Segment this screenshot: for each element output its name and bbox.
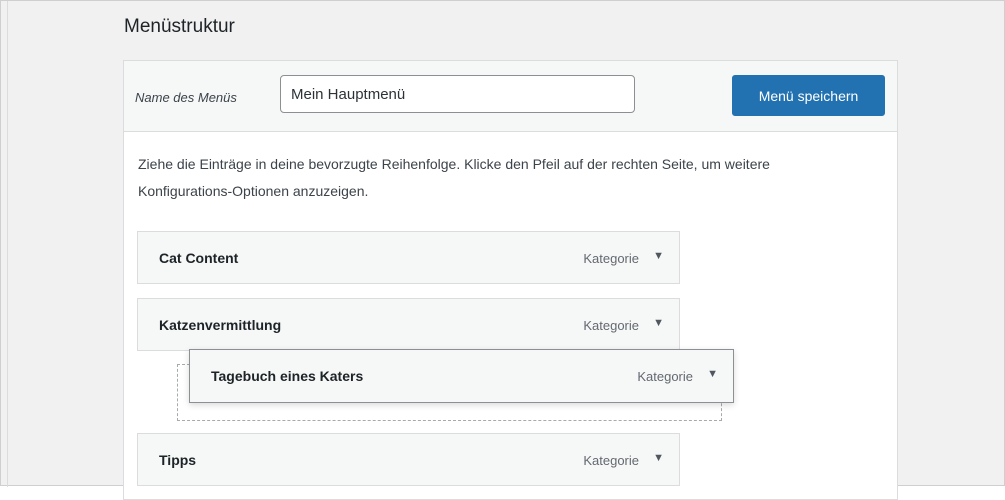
- menu-item-tagebuch-eines-katers[interactable]: Tagebuch eines Katers Kategorie ▼: [189, 349, 734, 403]
- menu-item-title: Cat Content: [159, 250, 239, 266]
- menu-item-title: Katzenvermittlung: [159, 317, 282, 333]
- instructions-text: Ziehe die Einträge in deine bevorzugte R…: [138, 156, 770, 199]
- menu-name-header: Name des Menüs Menü speichern: [124, 61, 897, 132]
- screen-frame: Menüstruktur Name des Menüs Menü speiche…: [0, 0, 1005, 500]
- menu-item-title: Tipps: [159, 452, 197, 468]
- menu-item-type: Kategorie: [637, 369, 693, 384]
- menu-item-type: Kategorie: [583, 251, 639, 266]
- menu-name-label: Name des Menüs: [135, 90, 237, 105]
- menu-item-tipps[interactable]: Tipps Kategorie ▼: [137, 433, 680, 486]
- expand-arrow-icon[interactable]: ▼: [653, 452, 664, 464]
- menu-item-type: Kategorie: [583, 453, 639, 468]
- save-menu-button[interactable]: Menü speichern: [732, 75, 885, 116]
- menu-item-cat-content[interactable]: Cat Content Kategorie ▼: [137, 231, 680, 284]
- sidebar-separator: [7, 1, 8, 487]
- expand-arrow-icon[interactable]: ▼: [653, 317, 664, 329]
- expand-arrow-icon[interactable]: ▼: [707, 368, 718, 380]
- section-title: Menüstruktur: [124, 16, 235, 37]
- menu-item-katzenvermittlung[interactable]: Katzenvermittlung Kategorie ▼: [137, 298, 680, 351]
- menu-item-title: Tagebuch eines Katers: [211, 368, 364, 384]
- expand-arrow-icon[interactable]: ▼: [653, 250, 664, 262]
- menu-name-input[interactable]: [280, 75, 635, 113]
- menu-item-type: Kategorie: [583, 318, 639, 333]
